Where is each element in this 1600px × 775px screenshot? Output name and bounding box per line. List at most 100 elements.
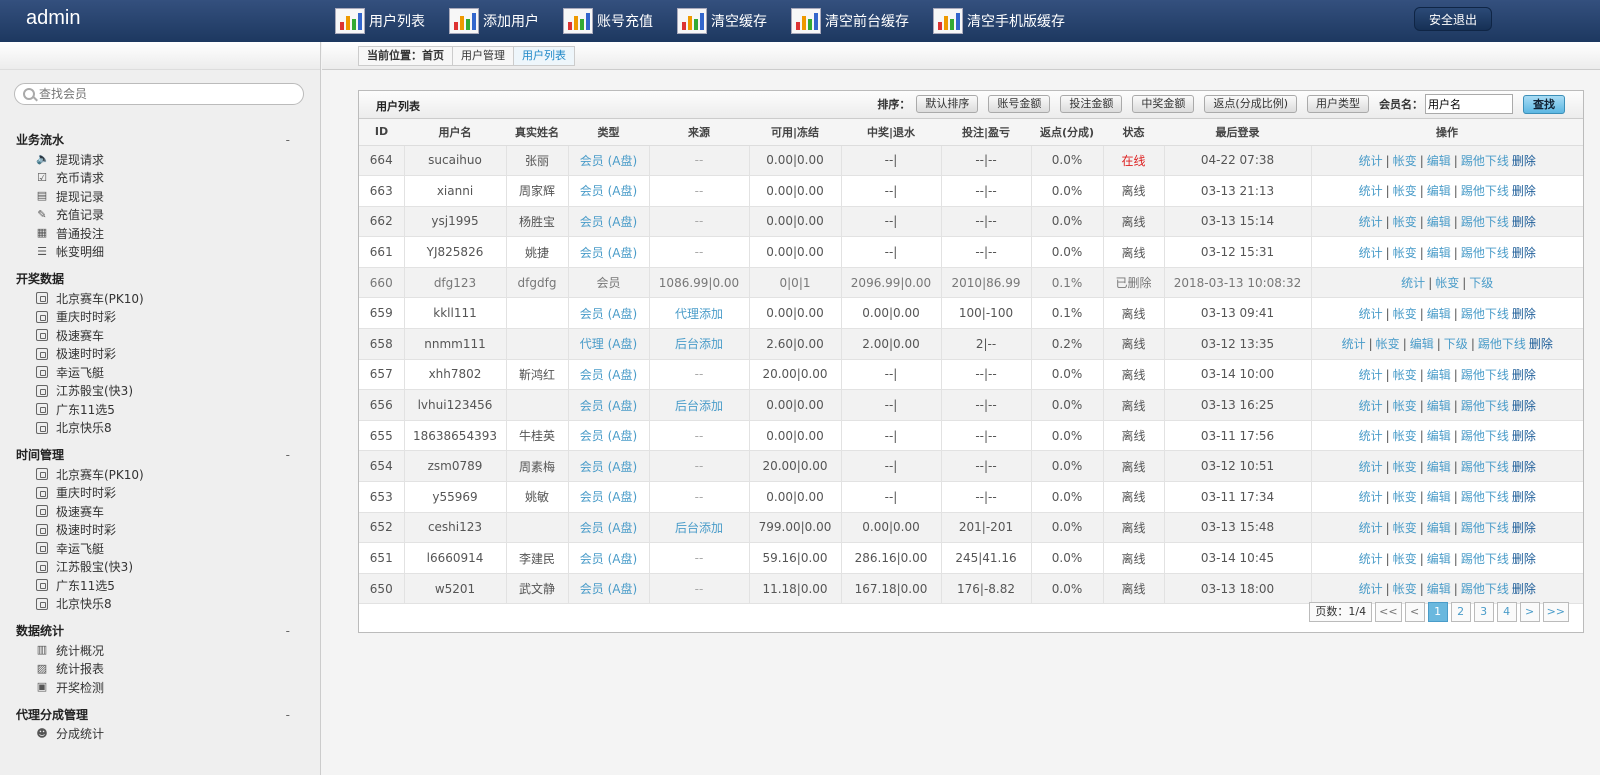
breadcrumb-user-list[interactable]: 用户列表 xyxy=(514,47,574,65)
action-link[interactable]: 帐变 xyxy=(1393,429,1417,443)
action-link[interactable]: 帐变 xyxy=(1393,307,1417,321)
column-header[interactable]: 状态 xyxy=(1103,119,1164,146)
action-link[interactable]: 踢他下线 xyxy=(1461,184,1509,198)
sidebar-menu-item[interactable]: 极速赛车 xyxy=(0,502,320,521)
action-link[interactable]: 编辑 xyxy=(1427,246,1451,260)
action-link[interactable]: 踢他下线 xyxy=(1461,582,1509,596)
cell-type-value[interactable]: 会员 (A盘) xyxy=(580,307,637,321)
action-link[interactable]: 踢他下线 xyxy=(1461,521,1509,535)
delete-link[interactable]: 删除 xyxy=(1512,460,1536,474)
sidebar-menu-item[interactable]: 江苏骰宝(快3) xyxy=(0,382,320,401)
cell-type-value[interactable]: 会员 (A盘) xyxy=(580,368,637,382)
breadcrumb-home[interactable]: 当前位置：首页 xyxy=(359,47,453,65)
top-nav-item[interactable]: 清空手机版缓存 xyxy=(933,5,1065,37)
logout-button[interactable]: 安全退出 xyxy=(1414,7,1492,31)
action-link[interactable]: 踢他下线 xyxy=(1478,337,1526,351)
top-nav-item[interactable]: 添加用户 xyxy=(449,5,539,37)
breadcrumb-user-management[interactable]: 用户管理 xyxy=(453,47,514,65)
action-link[interactable]: 统计 xyxy=(1359,521,1383,535)
cell-type-value[interactable]: 会员 (A盘) xyxy=(580,184,637,198)
action-link[interactable]: 统计 xyxy=(1359,154,1383,168)
last-page-button[interactable]: >> xyxy=(1542,602,1569,622)
member-search-box[interactable] xyxy=(14,83,304,105)
sidebar-menu-item[interactable]: 北京赛车(PK10) xyxy=(0,465,320,484)
first-page-button[interactable]: << xyxy=(1375,602,1402,622)
sidebar-menu-item[interactable]: ☑ 充币请求 xyxy=(0,169,320,188)
action-link[interactable]: 编辑 xyxy=(1427,215,1451,229)
delete-link[interactable]: 删除 xyxy=(1512,429,1536,443)
action-link[interactable]: 编辑 xyxy=(1427,307,1451,321)
menu-group-title[interactable]: 数据统计 - xyxy=(0,621,320,641)
sort-button[interactable]: 默认排序 xyxy=(916,95,979,113)
delete-link[interactable]: 删除 xyxy=(1512,490,1536,504)
action-link[interactable]: 统计 xyxy=(1359,460,1383,474)
cell-type-value[interactable]: 会员 (A盘) xyxy=(580,154,637,168)
collapse-toggle[interactable]: - xyxy=(286,705,290,725)
action-link[interactable]: 下级 xyxy=(1469,276,1493,290)
action-link[interactable]: 编辑 xyxy=(1427,582,1451,596)
action-link[interactable]: 编辑 xyxy=(1427,368,1451,382)
sidebar-menu-item[interactable]: 极速时时彩 xyxy=(0,521,320,540)
action-link[interactable]: 统计 xyxy=(1401,276,1425,290)
page-number-button[interactable]: 2 xyxy=(1450,602,1471,622)
cell-type-value[interactable]: 代理 (A盘) xyxy=(580,337,637,351)
action-link[interactable]: 踢他下线 xyxy=(1461,154,1509,168)
action-link[interactable]: 统计 xyxy=(1359,552,1383,566)
delete-link[interactable]: 删除 xyxy=(1512,154,1536,168)
column-header[interactable]: 真实姓名 xyxy=(506,119,568,146)
page-number-button[interactable]: 4 xyxy=(1496,602,1517,622)
menu-group-title[interactable]: 代理分成管理 - xyxy=(0,705,320,725)
action-link[interactable]: 统计 xyxy=(1359,490,1383,504)
column-header[interactable]: 类型 xyxy=(568,119,649,146)
sort-button[interactable]: 账号金额 xyxy=(988,95,1051,113)
cell-source-value[interactable]: 后台添加 xyxy=(675,337,723,351)
delete-link[interactable]: 删除 xyxy=(1512,582,1536,596)
sidebar-menu-item[interactable]: ☰ 帐变明细 xyxy=(0,243,320,262)
cell-type-value[interactable]: 会员 (A盘) xyxy=(580,490,637,504)
action-link[interactable]: 下级 xyxy=(1444,337,1468,351)
column-header[interactable]: 中奖|退水 xyxy=(841,119,941,146)
action-link[interactable]: 帐变 xyxy=(1393,184,1417,198)
sidebar-menu-item[interactable]: 极速赛车 xyxy=(0,326,320,345)
sidebar-menu-item[interactable]: 🔈 提现请求 xyxy=(0,150,320,169)
sidebar-menu-item[interactable]: ▤ 提现记录 xyxy=(0,187,320,206)
cell-source-value[interactable]: 后台添加 xyxy=(675,521,723,535)
delete-link[interactable]: 删除 xyxy=(1529,337,1553,351)
sidebar-menu-item[interactable]: ▥ 统计概况 xyxy=(0,641,320,660)
action-link[interactable]: 编辑 xyxy=(1427,399,1451,413)
column-header[interactable]: 投注|盈亏 xyxy=(941,119,1031,146)
action-link[interactable]: 编辑 xyxy=(1410,337,1434,351)
action-link[interactable]: 帐变 xyxy=(1435,276,1459,290)
collapse-toggle[interactable]: - xyxy=(286,621,290,641)
action-link[interactable]: 统计 xyxy=(1359,184,1383,198)
action-link[interactable]: 统计 xyxy=(1342,337,1366,351)
cell-type-value[interactable]: 会员 (A盘) xyxy=(580,246,637,260)
action-link[interactable]: 帐变 xyxy=(1376,337,1400,351)
action-link[interactable]: 编辑 xyxy=(1427,429,1451,443)
collapse-toggle[interactable]: - xyxy=(286,445,290,465)
action-link[interactable]: 统计 xyxy=(1359,582,1383,596)
prev-page-button[interactable]: < xyxy=(1404,602,1425,622)
sidebar-menu-item[interactable]: 广东11选5 xyxy=(0,576,320,595)
column-header[interactable]: 可用|冻结 xyxy=(749,119,841,146)
sidebar-menu-item[interactable]: 极速时时彩 xyxy=(0,345,320,364)
action-link[interactable]: 踢他下线 xyxy=(1461,246,1509,260)
cell-type-value[interactable]: 会员 (A盘) xyxy=(580,429,637,443)
sidebar-menu-item[interactable]: 重庆时时彩 xyxy=(0,308,320,327)
sidebar-menu-item[interactable]: 幸运飞艇 xyxy=(0,363,320,382)
column-header[interactable]: ID xyxy=(359,119,404,146)
sidebar-menu-item[interactable]: 重庆时时彩 xyxy=(0,484,320,503)
sort-button[interactable]: 中奖金额 xyxy=(1132,95,1195,113)
action-link[interactable]: 帐变 xyxy=(1393,215,1417,229)
delete-link[interactable]: 删除 xyxy=(1512,399,1536,413)
action-link[interactable]: 帐变 xyxy=(1393,552,1417,566)
member-search-input[interactable] xyxy=(39,87,279,101)
sidebar-menu-item[interactable]: 幸运飞艇 xyxy=(0,539,320,558)
action-link[interactable]: 统计 xyxy=(1359,215,1383,229)
cell-type-value[interactable]: 会员 (A盘) xyxy=(580,582,637,596)
action-link[interactable]: 编辑 xyxy=(1427,521,1451,535)
query-button[interactable]: 查找 xyxy=(1523,94,1565,114)
action-link[interactable]: 踢他下线 xyxy=(1461,215,1509,229)
action-link[interactable]: 帐变 xyxy=(1393,246,1417,260)
cell-source-value[interactable]: 后台添加 xyxy=(675,399,723,413)
